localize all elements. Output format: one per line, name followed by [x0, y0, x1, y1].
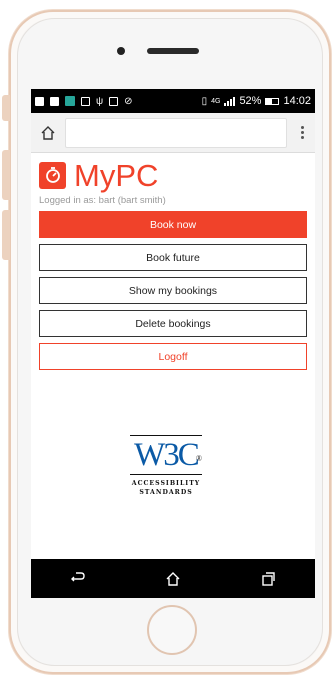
badge-line-2: STANDARDS	[139, 489, 193, 496]
earpiece-speaker	[147, 48, 199, 54]
battery-percent: 52%	[239, 95, 262, 107]
show-my-bookings-button[interactable]: Show my bookings	[39, 277, 307, 304]
vibrate-icon: ▯	[201, 95, 208, 107]
book-now-button[interactable]: Book now	[39, 211, 307, 238]
signal-icon	[224, 96, 236, 106]
book-future-button[interactable]: Book future	[39, 244, 307, 271]
image-icon	[81, 96, 90, 106]
app-title: MyPC	[74, 157, 159, 193]
url-bar[interactable]	[65, 117, 287, 148]
badge-line-1: ACCESSIBILITY	[131, 480, 201, 487]
battery-icon	[265, 97, 280, 105]
home-icon[interactable]	[163, 569, 183, 589]
phone-volume-up-button	[2, 150, 10, 200]
w3c-accessibility-badge[interactable]: W3C ® ACCESSIBILITY STANDARDS	[126, 435, 206, 511]
clock: 14:02	[283, 95, 311, 107]
home-icon[interactable]	[37, 122, 59, 144]
android-nav-bar	[31, 559, 315, 598]
badge-bottom-rule	[130, 474, 202, 475]
notification-icon	[35, 96, 44, 106]
more-vert-icon[interactable]	[295, 126, 309, 139]
mail-icon	[50, 96, 59, 106]
delete-bookings-button[interactable]: Delete bookings	[39, 310, 307, 337]
logoff-button[interactable]: Logoff	[39, 343, 307, 370]
usb-icon: ψ	[96, 95, 104, 107]
network-type: 4G	[211, 97, 221, 105]
stopwatch-icon	[39, 161, 66, 189]
front-camera	[117, 47, 125, 55]
app-icon	[65, 96, 75, 106]
image-icon	[109, 96, 119, 106]
phone-volume-down-button	[2, 210, 10, 260]
phone-home-button[interactable]	[147, 605, 197, 655]
screen: ψ ⊘ ▯ 4G 52% 14:02 MyPC Logged in as: ba…	[31, 89, 315, 598]
status-bar: ψ ⊘ ▯ 4G 52% 14:02	[31, 89, 315, 113]
w3c-logo-text: W3C ®	[126, 436, 206, 474]
phone-side-button	[2, 95, 10, 121]
logged-in-label: Logged in as: bart (bart smith)	[39, 195, 166, 206]
w3c-text: W3C	[134, 437, 200, 473]
registered-mark: ®	[195, 454, 202, 463]
mute-icon: ⊘	[124, 95, 133, 107]
browser-toolbar	[31, 113, 315, 153]
app-header: MyPC	[39, 159, 307, 191]
back-icon[interactable]	[68, 569, 88, 589]
page-content: MyPC Logged in as: bart (bart smith) Boo…	[31, 159, 315, 370]
recents-icon[interactable]	[258, 569, 278, 589]
